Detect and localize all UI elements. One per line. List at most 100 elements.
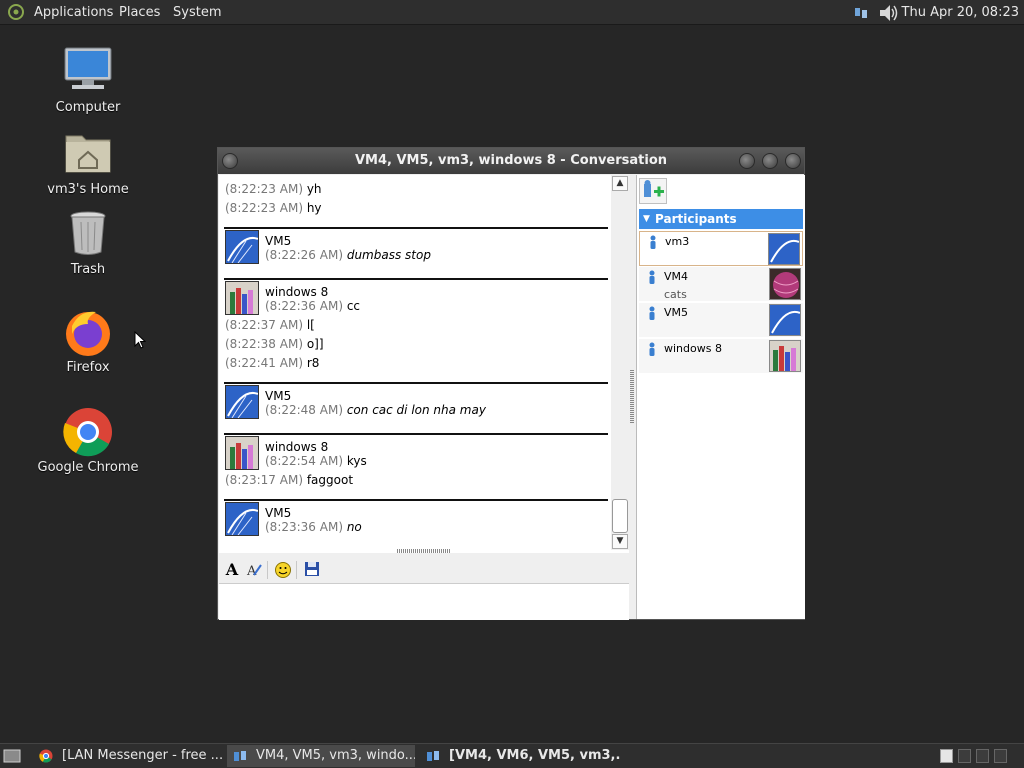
messenger-icon [427,751,439,761]
toolbar-divider [267,561,268,579]
taskbar-label: [VM4, VM6, VM5, vm3,... [449,748,621,763]
computer-icon [62,46,114,98]
volume-icon[interactable] [878,3,900,23]
participant-avatar [768,233,800,265]
smiley-icon[interactable] [274,561,292,579]
participant-name: VM5 [664,306,689,319]
messenger-icon [234,751,246,761]
message-separator [224,499,608,501]
sender-name: windows 8 [265,285,329,299]
user-status-icon [649,270,655,284]
message-line: (8:23:17 AM) faggoot [225,473,354,487]
participant-row[interactable]: VM4 cats [639,267,803,301]
window-menu-button[interactable] [222,153,238,169]
desktop-icon-firefox[interactable]: Firefox [28,306,148,375]
message-separator [224,278,608,280]
menu-applications[interactable]: Applications [34,0,113,25]
participant-row[interactable]: windows 8 [639,339,803,373]
scroll-up-button[interactable]: ▲ [612,176,628,191]
resize-grip[interactable] [397,549,451,553]
avatar [225,281,259,315]
add-participant-button[interactable] [639,178,667,204]
avatar [225,436,259,470]
taskbar-item-lan-messenger[interactable]: [LAN Messenger - free ... [34,745,222,767]
taskbar-item-group-conversation[interactable]: [VM4, VM6, VM5, vm3,... [421,745,621,767]
close-button[interactable] [785,153,801,169]
chrome-icon [39,749,53,763]
sender-name: VM5 [265,506,292,520]
message-line: (8:23:36 AM) no [265,520,362,534]
window-title: VM4, VM5, vm3, windows 8 - Conversation [354,153,668,168]
firefox-icon [62,306,114,358]
menu-system[interactable]: System [173,0,221,25]
avatar [225,385,259,419]
font-color-icon[interactable]: A [245,561,263,579]
home-folder-icon [62,128,114,180]
workspace-switcher-4[interactable] [994,749,1007,763]
menu-places[interactable]: Places [119,0,160,25]
message-separator [224,382,608,384]
chat-history[interactable]: (8:22:23 AM) yh (8:22:23 AM) hy VM5 (8:2… [219,175,629,553]
participant-avatar [769,268,801,300]
message-separator [224,433,608,435]
minimize-button[interactable] [739,153,755,169]
desktop-icon-computer[interactable]: Computer [28,46,148,115]
participant-row[interactable]: vm3 [639,231,803,266]
message-line: (8:22:23 AM) hy [225,201,322,215]
toolbar-divider [296,561,297,579]
message-line: (8:22:37 AM) l[ [225,318,315,332]
participants-header[interactable]: ▼ Participants [639,209,803,229]
chrome-icon [62,406,114,458]
show-desktop-icon[interactable] [3,748,21,764]
conversation-window[interactable]: VM4, VM5, vm3, windows 8 - Conversation … [217,147,805,620]
message-line: (8:22:48 AM) con cac di lon nha may [265,403,486,417]
maximize-button[interactable] [762,153,778,169]
scroll-down-button[interactable]: ▼ [612,534,628,549]
app-menu-logo-icon[interactable] [6,3,26,21]
desktop-icon-home[interactable]: vm3's Home [28,128,148,197]
window-titlebar[interactable]: VM4, VM5, vm3, windows 8 - Conversation [218,148,804,174]
chat-scrollbar[interactable]: ▲ ▼ [611,175,629,550]
collapse-triangle-icon[interactable]: ▼ [643,209,650,229]
message-input[interactable] [219,583,629,620]
message-line: (8:22:54 AM) kys [265,454,367,468]
bottom-taskbar: [LAN Messenger - free ... VM4, VM5, vm3,… [0,743,1024,768]
sender-name: windows 8 [265,440,329,454]
message-line: (8:22:23 AM) yh [225,182,322,196]
network-icon[interactable] [854,5,868,21]
user-status-icon [649,306,655,320]
taskbar-label: [LAN Messenger - free ... [62,748,222,763]
save-icon[interactable] [303,561,321,579]
font-icon[interactable]: A [223,561,241,579]
taskbar-label: VM4, VM5, vm3, windo... [256,748,415,763]
participant-name: VM4 [664,270,689,283]
avatar [225,230,259,264]
message-toolbar: A A [219,558,629,582]
workspace-switcher-2[interactable] [958,749,971,763]
participant-row[interactable]: VM5 [639,303,803,337]
desktop-icon-chrome[interactable]: Google Chrome [28,406,148,475]
message-line: (8:22:38 AM) o]] [225,337,324,351]
desktop-icon-trash[interactable]: Trash [28,208,148,277]
participants-panel: ▼ Participants vm3 VM4 cats VM5 windows … [636,175,805,619]
message-line: (8:22:36 AM) cc [265,299,361,313]
message-separator [224,227,608,229]
participant-status: cats [664,288,687,301]
workspace-switcher-1[interactable] [940,749,953,763]
participant-avatar [769,340,801,372]
top-panel: Applications Places System Thu Apr 20, 0… [0,0,1024,25]
scroll-thumb[interactable] [612,499,628,533]
splitter-grip[interactable] [630,370,634,424]
participant-name: windows 8 [664,342,722,355]
trash-icon [62,208,114,260]
mouse-cursor-icon [134,331,146,349]
user-status-icon [650,235,656,249]
user-status-icon [649,342,655,356]
avatar [225,502,259,536]
taskbar-item-conversation[interactable]: VM4, VM5, vm3, windo... [227,745,415,767]
desktop-icon-label: Firefox [66,360,110,375]
clock[interactable]: Thu Apr 20, 08:23 [902,0,1019,25]
desktop-icon-label: vm3's Home [47,182,129,197]
workspace-switcher-3[interactable] [976,749,989,763]
desktop-icon-label: Google Chrome [37,460,139,475]
